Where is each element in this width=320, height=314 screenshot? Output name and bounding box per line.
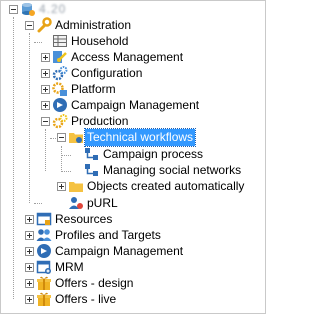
workflow-icon <box>84 146 100 162</box>
gift-icon <box>36 291 52 307</box>
resources-icon <box>36 211 52 227</box>
folder-icon <box>68 178 84 194</box>
tree-node-campaign-management[interactable]: Campaign Management <box>1 243 261 260</box>
tree-node-technical-workflows[interactable]: Technical workflows <box>1 128 261 147</box>
gears-icon <box>52 113 68 129</box>
campaign-management-admin-label: Campaign Management <box>71 98 200 112</box>
folder-workflow-icon <box>68 129 84 145</box>
expand-toggle[interactable] <box>25 231 34 240</box>
tree-node-administration[interactable]: Administration <box>1 17 261 34</box>
campaign-icon <box>52 97 68 113</box>
tree-node-resources[interactable]: Resources <box>1 211 261 228</box>
expand-toggle[interactable] <box>25 279 34 288</box>
tree-node-platform[interactable]: Platform <box>1 81 261 98</box>
database-icon <box>20 1 36 17</box>
tree-node-profiles-and-targets[interactable]: Profiles and Targets <box>1 227 261 244</box>
platform-label: Platform <box>71 82 116 96</box>
tree-node-offers-design[interactable]: Offers - design <box>1 275 261 292</box>
tree-node-purl[interactable]: pURL <box>1 195 261 212</box>
expand-toggle[interactable] <box>25 215 34 224</box>
collapse-toggle[interactable] <box>25 21 34 30</box>
offers-live-label: Offers - live <box>55 292 117 306</box>
production-label: Production <box>71 114 129 128</box>
platform-icon <box>52 81 68 97</box>
managing-social-networks-label: Managing social networks <box>103 163 242 177</box>
resources-label: Resources <box>55 212 113 226</box>
profiles-and-targets-label: Profiles and Targets <box>55 228 161 242</box>
users-icon <box>36 227 52 243</box>
technical-workflows-label: Technical workflows <box>83 128 197 147</box>
expand-toggle[interactable] <box>41 85 50 94</box>
purl-icon <box>68 195 84 211</box>
offers-design-label: Offers - design <box>55 276 134 290</box>
collapse-toggle[interactable] <box>41 117 50 126</box>
tree-node-offers-live[interactable]: Offers - live <box>1 291 261 308</box>
mrm-label: MRM <box>55 260 84 274</box>
tree-node-configuration[interactable]: Configuration <box>1 65 261 82</box>
expand-toggle[interactable] <box>25 295 34 304</box>
workflow-icon <box>84 162 100 178</box>
tree-node-objects-created-automatically[interactable]: Objects created automatically <box>1 178 261 195</box>
collapse-toggle[interactable] <box>57 133 66 142</box>
gears-icon <box>52 65 68 81</box>
campaign-icon <box>36 243 52 259</box>
tree-node-campaign-process[interactable]: Campaign process <box>1 146 261 163</box>
wrench-icon <box>36 17 52 33</box>
objects-created-automatically-label: Objects created automatically <box>87 179 245 193</box>
expand-toggle[interactable] <box>41 101 50 110</box>
expand-toggle[interactable] <box>25 263 34 272</box>
expand-toggle[interactable] <box>41 53 50 62</box>
tree-node-managing-social-networks[interactable]: Managing social networks <box>1 162 261 179</box>
tree-node-access-management[interactable]: Access Management <box>1 49 261 66</box>
gift-icon <box>36 275 52 291</box>
access-icon <box>52 49 68 65</box>
root-label: 4.20 <box>39 2 67 16</box>
tree-node-mrm[interactable]: MRM <box>1 259 261 276</box>
tree-node-root[interactable]: 4.20 <box>1 1 261 18</box>
tree-node-household[interactable]: Household <box>1 33 261 50</box>
administration-label: Administration <box>55 18 132 32</box>
tree-node-production[interactable]: Production <box>1 113 261 130</box>
configuration-label: Configuration <box>71 66 143 80</box>
campaign-process-label: Campaign process <box>103 147 204 161</box>
purl-label: pURL <box>87 196 118 210</box>
expand-toggle[interactable] <box>41 69 50 78</box>
table-icon <box>52 33 68 49</box>
access-management-label: Access Management <box>71 50 184 64</box>
expand-toggle[interactable] <box>25 247 34 256</box>
household-label: Household <box>71 34 129 48</box>
mrm-icon <box>36 259 52 275</box>
collapse-toggle[interactable] <box>9 5 18 14</box>
campaign-management-label: Campaign Management <box>55 244 184 258</box>
tree-node-campaign-management-admin[interactable]: Campaign Management <box>1 97 261 114</box>
expand-toggle[interactable] <box>57 182 66 191</box>
tree-view: 4.20 Administration Household Access Man… <box>0 0 266 314</box>
